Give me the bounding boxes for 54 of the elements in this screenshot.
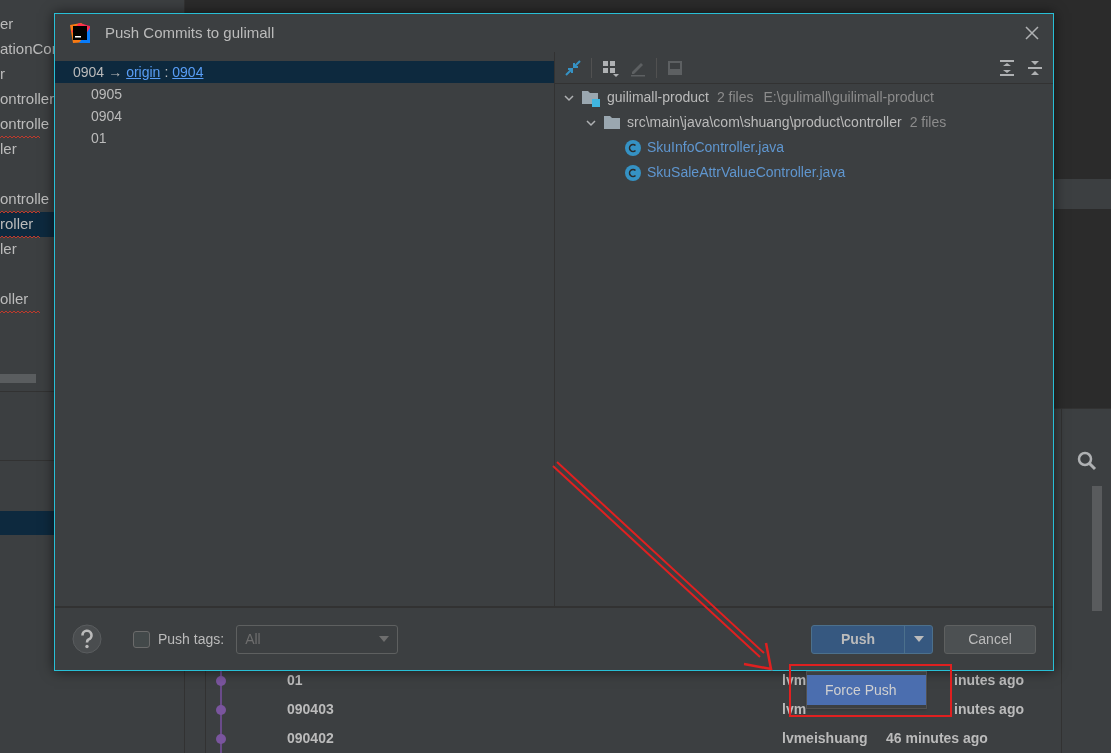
- folder-path: E:\gulimall\guilimall-product: [763, 88, 934, 107]
- tree-item[interactable]: ler: [0, 240, 17, 258]
- arrow-glyph: →: [108, 62, 123, 82]
- tree-item[interactable]: oller: [0, 290, 29, 308]
- close-icon[interactable]: [1025, 26, 1039, 40]
- file-name[interactable]: SkuSaleAttrValueController.java: [647, 162, 846, 183]
- commit-time: inutes ago: [954, 671, 1024, 690]
- caret-icon: [379, 636, 390, 642]
- push-tags-label: Push tags:: [158, 629, 225, 649]
- tree-item[interactable]: ontrolle: [0, 115, 50, 133]
- help-icon[interactable]: [72, 624, 102, 654]
- commit-item[interactable]: 0905: [91, 83, 123, 105]
- local-branch: 0904: [73, 62, 105, 82]
- class-icon: [625, 164, 641, 181]
- file-count: 2 files: [909, 113, 947, 132]
- tree-item[interactable]: ationCor: [0, 40, 57, 58]
- folder-name[interactable]: guilimall-product: [607, 87, 709, 108]
- scrollbar-thumb[interactable]: [0, 374, 36, 383]
- app-logo-icon: [69, 22, 91, 44]
- class-icon: [625, 139, 641, 156]
- tree-item[interactable]: roller: [0, 215, 34, 233]
- tree-item[interactable]: ler: [0, 140, 17, 158]
- separator-glyph: :: [164, 62, 169, 82]
- search-icon[interactable]: [1076, 451, 1097, 471]
- branch-link[interactable]: 0904: [172, 61, 204, 83]
- module-folder-icon: [581, 88, 601, 107]
- commit-graph-node-icon: [216, 704, 226, 715]
- cancel-button[interactable]: Cancel: [944, 624, 1036, 654]
- commit-graph-node-icon: [216, 675, 226, 686]
- file-count: 2 files: [716, 88, 754, 107]
- commit-item[interactable]: 01: [91, 127, 107, 149]
- caret-icon: [913, 636, 924, 642]
- tree-item[interactable]: r: [0, 65, 5, 83]
- commit-time: inutes ago: [954, 700, 1024, 719]
- remote-link[interactable]: origin: [126, 61, 161, 83]
- tree-item[interactable]: ontrolle: [0, 190, 50, 208]
- push-target-row[interactable]: 0904 → origin : 0904: [55, 61, 554, 83]
- scrollbar-thumb[interactable]: [1091, 486, 1102, 611]
- menu-item[interactable]: Force Push: [807, 675, 926, 705]
- tree-item[interactable]: er: [0, 15, 14, 33]
- folder-name[interactable]: src\main\java\com\shuang\product\controller: [627, 112, 902, 133]
- expand-all-icon[interactable]: [997, 57, 1017, 78]
- commit-time: 46 minutes ago: [886, 729, 988, 748]
- tree-item[interactable]: ontroller: [0, 90, 55, 108]
- commit-item[interactable]: 0904: [91, 105, 123, 127]
- commit-message: 090402: [287, 729, 335, 748]
- dialog-title: Push Commits to gulimall: [105, 22, 275, 43]
- file-name[interactable]: SkuInfoController.java: [647, 137, 784, 158]
- commit-message: 090403: [287, 700, 335, 719]
- folder-icon: [603, 115, 621, 130]
- commit-message: 01: [287, 671, 304, 690]
- diff-arrows-icon[interactable]: [563, 57, 583, 78]
- commit-author: lvmeishuang: [782, 729, 868, 748]
- commit-graph-node-icon: [216, 733, 226, 744]
